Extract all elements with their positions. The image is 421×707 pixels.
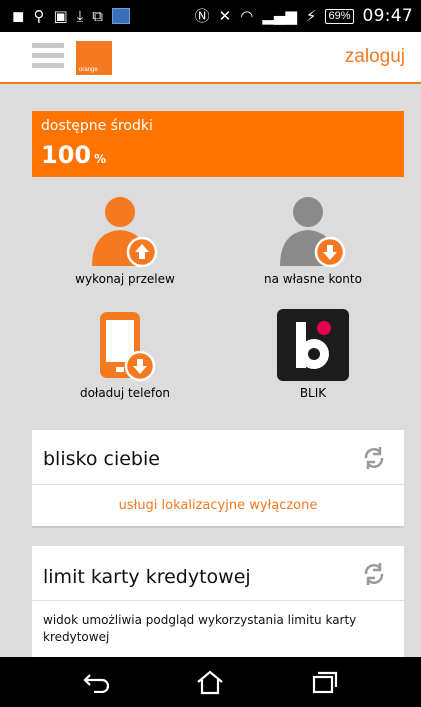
transfer-action[interactable]: wykonaj przelew — [50, 194, 200, 286]
refresh-icon[interactable] — [360, 560, 388, 588]
transfer-label: wykonaj przelew — [75, 272, 175, 286]
cell-signal-icon: ▂▄▆ — [262, 6, 297, 25]
location-services-status[interactable]: usługi lokalizacyjne wyłączone — [32, 498, 404, 513]
charging-icon: ⚡ — [305, 6, 317, 25]
orange-logo[interactable]: orange — [76, 41, 112, 75]
wifi-icon: ◠ — [240, 6, 254, 25]
status-icons-right: Ⓝ ✕ ◠ ▂▄▆ ⚡ 69% 09:47 — [195, 6, 413, 26]
funds-value: 100% — [41, 141, 106, 169]
home-icon — [197, 670, 224, 695]
refresh-icon[interactable] — [360, 444, 388, 472]
android-nav-bar — [0, 657, 421, 707]
own-account-action[interactable]: na własne konto — [238, 194, 388, 286]
logo-text: orange — [79, 67, 98, 73]
phone-topup-action[interactable]: doładuj telefon — [50, 308, 200, 400]
signal-app-icon: ◼ — [12, 6, 25, 25]
home-button[interactable] — [192, 667, 228, 697]
funds-amount: 100 — [41, 141, 92, 169]
card-divider — [32, 484, 404, 485]
available-funds-banner: dostępne środki 100% — [32, 111, 404, 177]
download-icon: ⤓ — [76, 6, 84, 25]
status-bar: ◼ ⚲ ▣ ⤓ ⧉ Ⓝ ✕ ◠ ▂▄▆ ⚡ 69% 09:47 — [0, 0, 421, 32]
app-thumbnail-icon — [112, 8, 130, 24]
screen-icon: ⧉ — [92, 6, 103, 25]
gallery-icon: ▣ — [53, 6, 68, 25]
recent-apps-button[interactable] — [306, 667, 342, 697]
own-account-label: na własne konto — [264, 272, 362, 286]
nearby-card-title: blisko ciebie — [43, 448, 160, 470]
nearby-card: blisko ciebie usługi lokalizacyjne wyłąc… — [32, 430, 404, 528]
usb-icon: ⚲ — [33, 6, 45, 25]
back-button[interactable] — [79, 667, 115, 697]
card-divider — [32, 600, 404, 601]
mute-icon: ✕ — [218, 6, 232, 25]
blik-action[interactable]: BLIK — [238, 308, 388, 400]
credit-limit-card-title: limit karty kredytowej — [43, 566, 251, 588]
phone-topup-label: doładuj telefon — [79, 386, 171, 400]
phone-topup-icon — [100, 312, 156, 382]
login-link[interactable]: zaloguj — [345, 46, 405, 68]
credit-limit-description: widok umożliwia podgląd wykorzystania li… — [43, 613, 357, 644]
blik-label: BLIK — [299, 386, 327, 400]
blik-icon — [277, 309, 349, 381]
credit-limit-card: limit karty kredytowej widok umożliwia p… — [32, 546, 404, 657]
battery-indicator: 69% — [325, 8, 354, 24]
person-receive-icon — [280, 197, 346, 268]
recent-apps-icon — [313, 671, 338, 694]
funds-label: dostępne środki — [41, 118, 153, 134]
back-icon — [83, 674, 109, 693]
app-header: orange zaloguj — [0, 32, 421, 84]
status-time: 09:47 — [362, 6, 413, 26]
person-send-icon — [92, 197, 158, 268]
status-icons-left: ◼ ⚲ ▣ ⤓ ⧉ — [12, 8, 130, 24]
nfc-icon: Ⓝ — [194, 6, 210, 25]
hamburger-menu-icon[interactable] — [32, 43, 64, 71]
funds-unit: % — [94, 152, 107, 166]
